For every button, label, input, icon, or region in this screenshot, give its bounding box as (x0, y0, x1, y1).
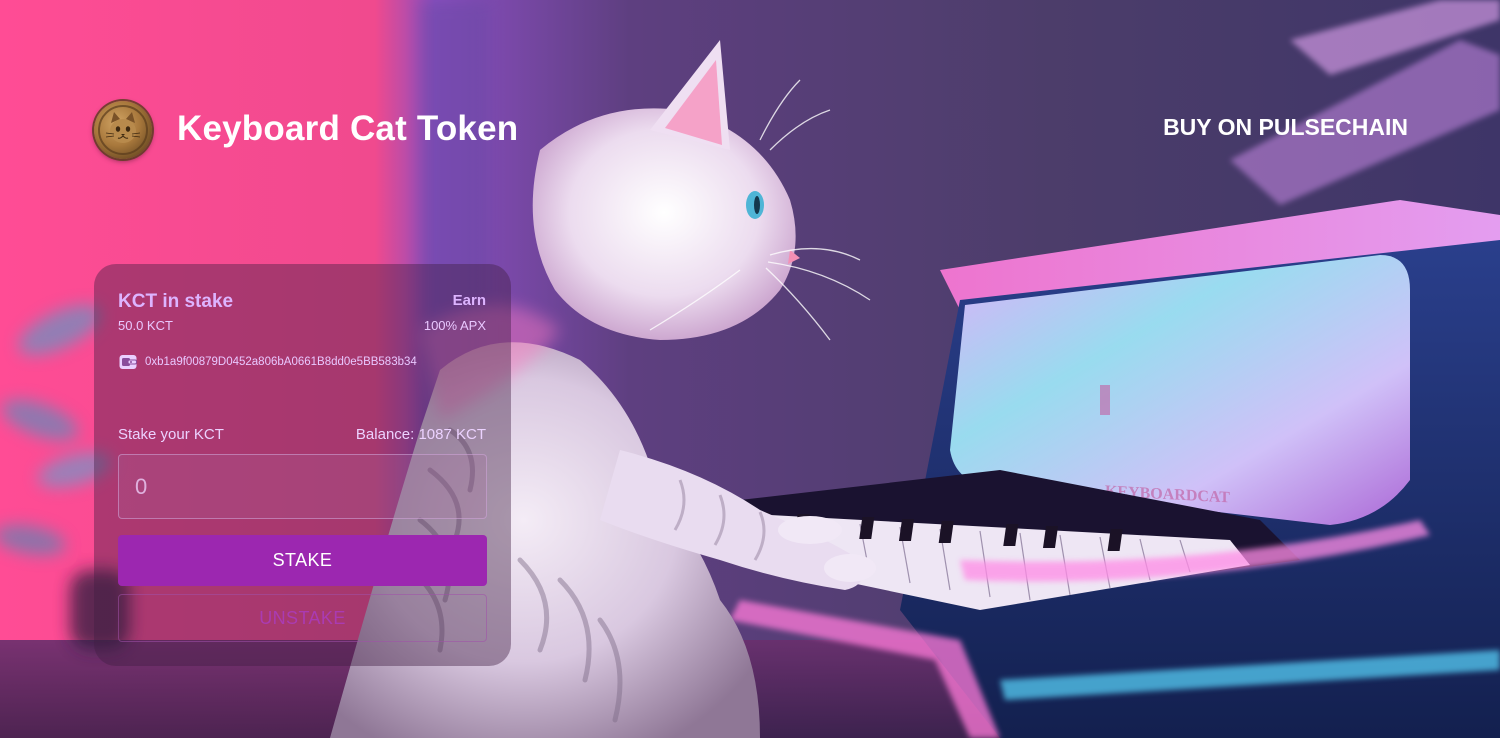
balance-label: Balance: 1087 KCT (355, 426, 486, 443)
site-header: Keyboard Cat Token BUY ON PULSECHAIN (94, 100, 1408, 160)
stake-amount-input[interactable] (118, 454, 487, 519)
wallet-row: 0xb1a9f00879D0452a806bA0661B8dd0e5BB583b… (118, 352, 417, 372)
cat-coin-icon[interactable] (94, 101, 152, 159)
stake-label: Stake your KCT (118, 426, 224, 443)
staked-amount: 50.0 KCT (118, 318, 173, 333)
unstake-button[interactable]: UNSTAKE (118, 594, 487, 642)
earn-rate: 100% APX (423, 318, 486, 333)
earn-label: Earn (452, 292, 486, 309)
wallet-address: 0xb1a9f00879D0452a806bA0661B8dd0e5BB583b… (145, 356, 417, 368)
stake-button[interactable]: STAKE (118, 535, 487, 586)
stake-card: KCT in stake 50.0 KCT Earn 100% APX 0xb1… (94, 264, 511, 666)
wallet-icon (118, 352, 138, 372)
stake-card-title: KCT in stake (118, 291, 234, 312)
buy-on-pulsechain-link[interactable]: BUY ON PULSECHAIN (1163, 114, 1408, 141)
brand-name: Keyboard Cat Token (177, 109, 519, 148)
app-stage: KEYBOARDCAT Keyboard Cat Token BUY ON PU… (0, 0, 1500, 738)
